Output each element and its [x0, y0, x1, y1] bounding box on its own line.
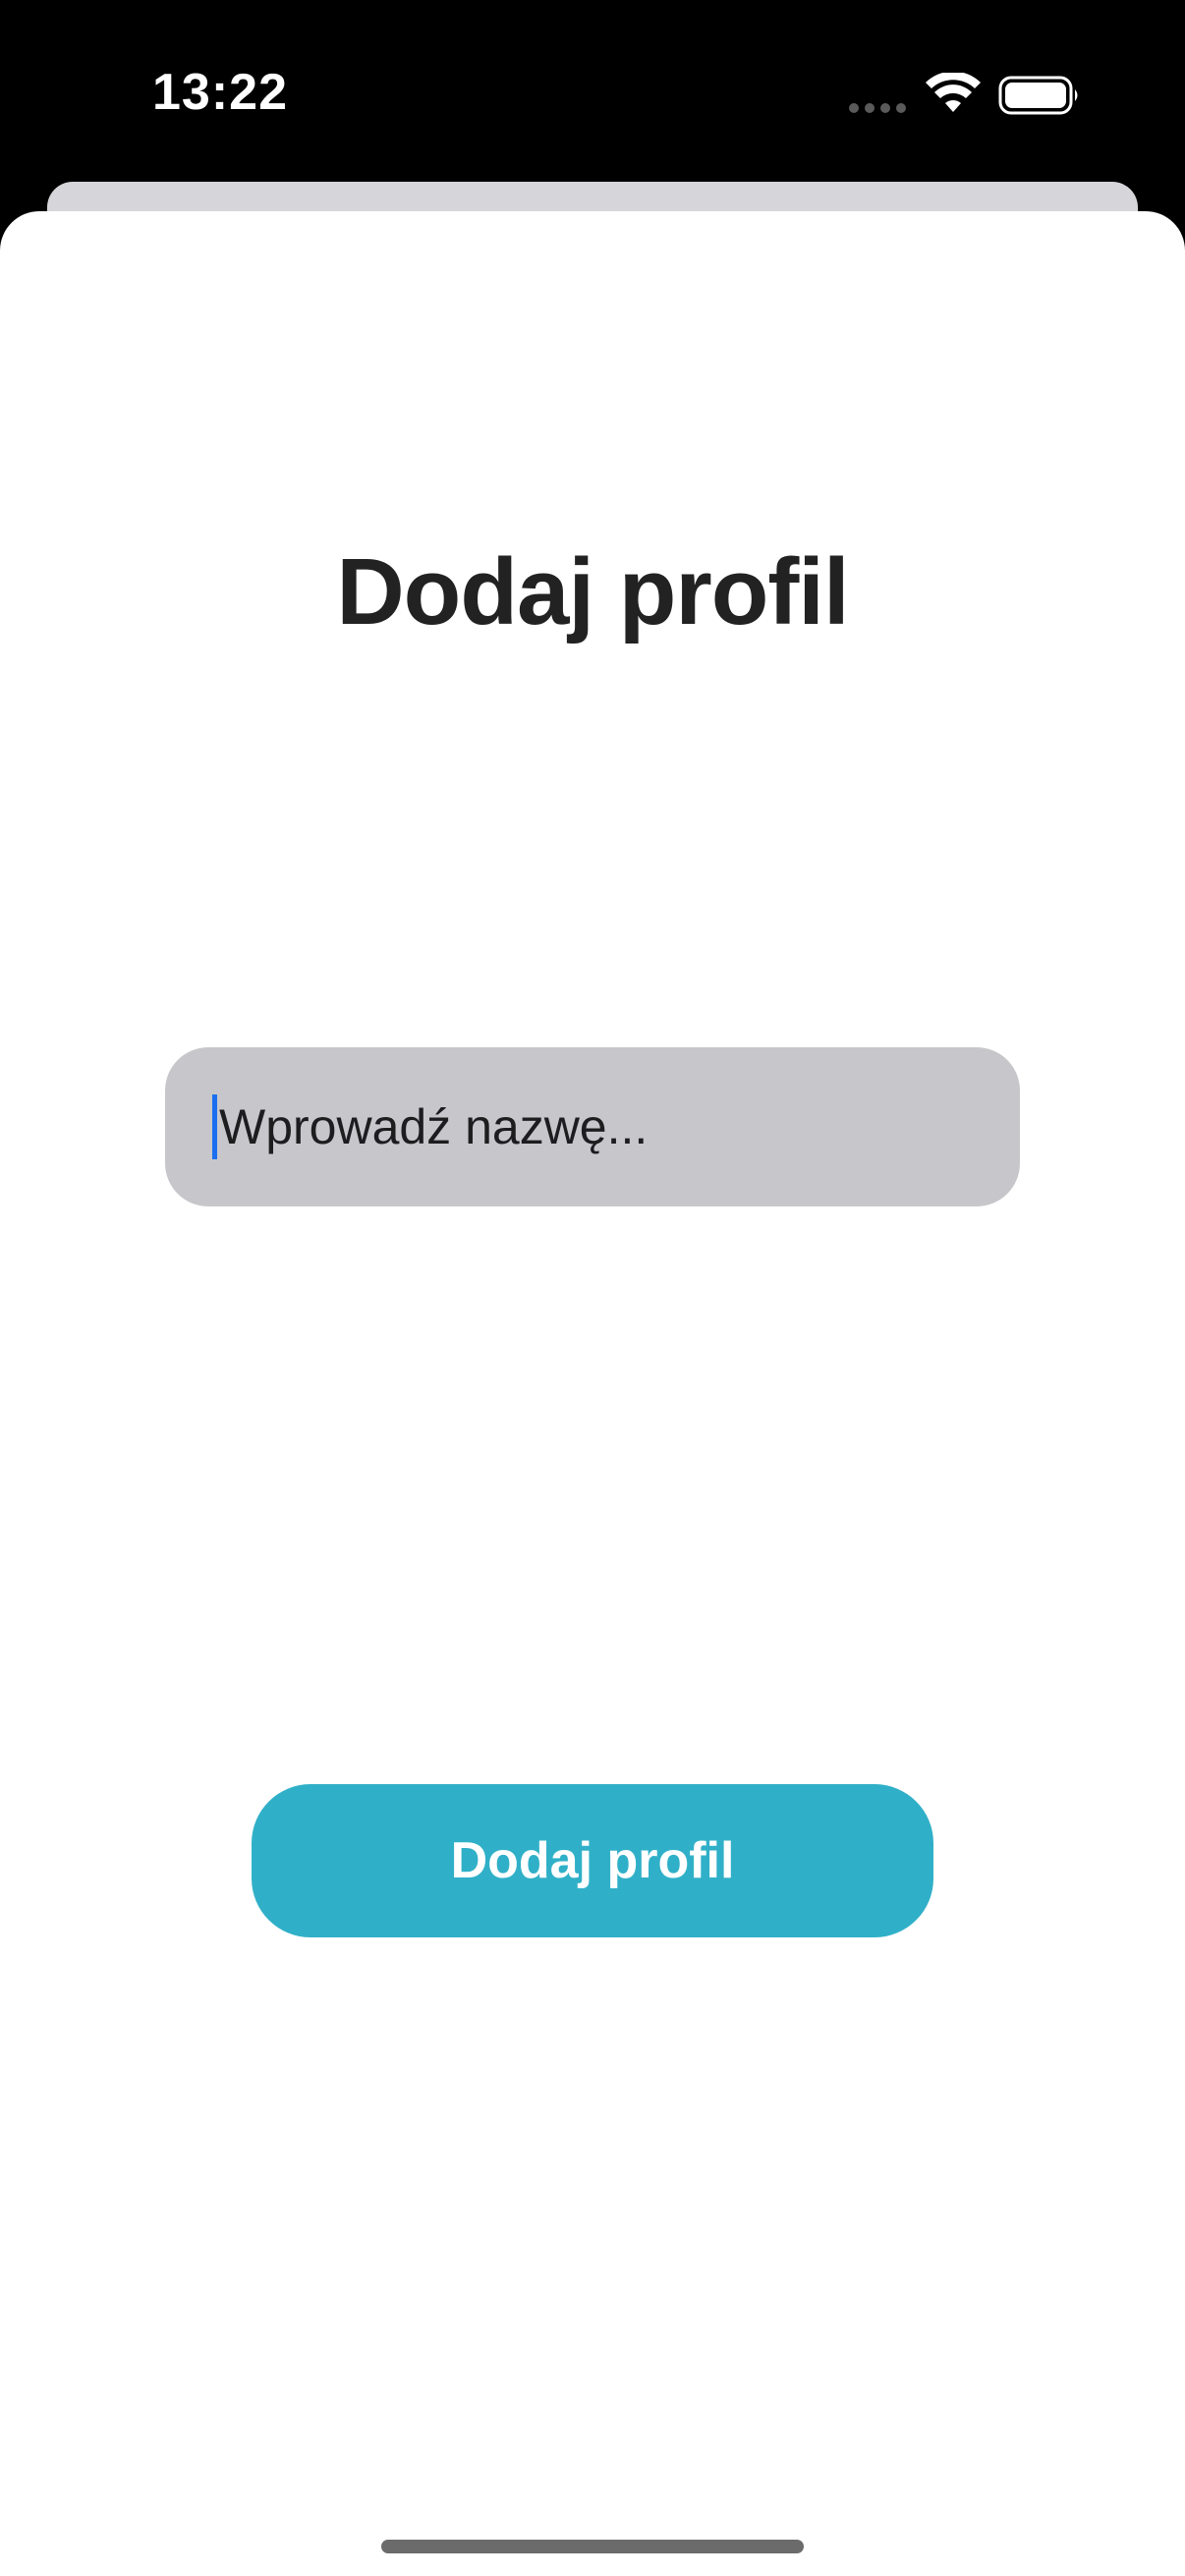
page-title: Dodaj profil — [336, 539, 849, 644]
status-time: 13:22 — [152, 64, 288, 121]
profile-name-input[interactable] — [219, 1098, 966, 1155]
battery-icon — [998, 76, 1078, 115]
home-indicator[interactable] — [381, 2540, 804, 2553]
add-profile-button[interactable]: Dodaj profil — [252, 1784, 933, 1937]
cellular-dots-icon — [849, 103, 908, 117]
status-bar: 13:22 — [0, 0, 1185, 187]
wifi-icon — [926, 73, 981, 112]
name-field[interactable] — [165, 1047, 1020, 1206]
screen: 13:22 Dodaj profil Dodaj profil — [0, 0, 1185, 2576]
text-caret — [212, 1094, 217, 1159]
